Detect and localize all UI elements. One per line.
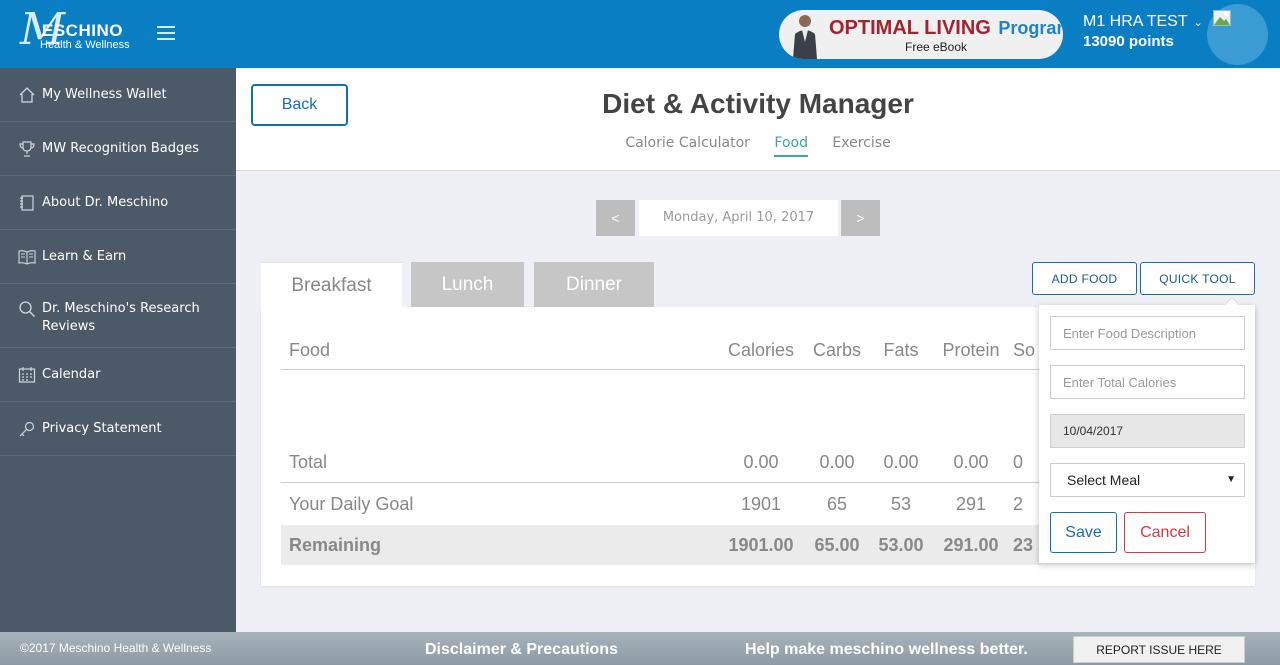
sidebar-item-label: MW Recognition Badges <box>42 140 200 156</box>
previous-date-button[interactable]: < <box>596 200 635 236</box>
current-date: Monday, April 10, 2017 <box>639 200 838 236</box>
total-row: Total 0.00 0.00 0.00 0.00 0 <box>281 443 1041 483</box>
calendar-icon <box>18 366 36 384</box>
total-carbs: 0.00 <box>819 452 855 472</box>
save-button[interactable]: Save <box>1050 512 1117 553</box>
quick-tool-popover: Select Meal ▼ Save Cancel <box>1039 296 1255 563</box>
row-label: Total <box>289 452 328 472</box>
tab-dinner[interactable]: Dinner <box>534 262 654 307</box>
tab-calorie-calculator[interactable]: Calorie Calculator <box>625 135 750 155</box>
tab-breakfast[interactable]: Breakfast <box>261 262 402 307</box>
goal-fats: 53 <box>890 493 912 514</box>
food-description-input[interactable] <box>1050 316 1245 350</box>
promo-program: Program <box>998 18 1063 38</box>
sidebar-item-label: About Dr. Meschino <box>42 194 169 210</box>
total-sodium: 0 <box>1013 452 1024 472</box>
tab-exercise[interactable]: Exercise <box>832 135 890 155</box>
sidebar-item-label: Learn & Earn <box>42 248 127 264</box>
user-name: M1 HRA TEST <box>1083 13 1188 30</box>
total-calories-input[interactable] <box>1050 365 1245 399</box>
tab-food[interactable]: Food <box>774 135 808 157</box>
user-points: 13090 points <box>1083 33 1174 50</box>
promo-title: OPTIMAL LIVING Program <box>829 17 1063 40</box>
column-header-sodium: So <box>1013 339 1036 360</box>
sidebar-item-wellness-wallet[interactable]: My Wellness Wallet <box>0 68 236 122</box>
hamburger-menu-icon[interactable] <box>157 26 175 40</box>
remaining-row: Remaining 1901.00 65.00 53.00 291.00 23 <box>281 525 1041 565</box>
sidebar-item-research-reviews[interactable]: Dr. Meschino's Research Reviews <box>0 284 236 348</box>
footer: ©2017 Meschino Health & Wellness Disclai… <box>0 632 1280 665</box>
cancel-button[interactable]: Cancel <box>1124 512 1206 553</box>
book-icon <box>18 194 36 212</box>
logo-brand: ESCHINO <box>42 21 123 40</box>
tab-lunch[interactable]: Lunch <box>411 262 524 307</box>
top-header: M ESCHINO Health & Wellness OPTIMAL LIVI… <box>0 0 1280 68</box>
sidebar-item-privacy[interactable]: Privacy Statement <box>0 402 236 456</box>
total-fats: 0.00 <box>883 452 919 472</box>
meal-select[interactable]: Select Meal ▼ <box>1050 463 1245 497</box>
sidebar-item-label: My Wellness Wallet <box>42 86 167 102</box>
column-header-fats: Fats <box>883 339 919 360</box>
goal-carbs: 65 <box>826 493 848 514</box>
meal-select-value: Select Meal <box>1067 472 1141 488</box>
row-label: Remaining <box>289 534 382 555</box>
column-header-protein: Protein <box>942 339 1000 360</box>
copyright-text: ©2017 Meschino Health & Wellness <box>20 641 212 655</box>
page-header: Back Diet & Activity Manager Calorie Cal… <box>236 68 1280 171</box>
optimal-living-promo[interactable]: OPTIMAL LIVING Program Free eBook <box>779 10 1063 59</box>
sub-tabs: Calorie Calculator Food Exercise <box>236 135 1280 157</box>
remaining-calories: 1901.00 <box>728 534 794 555</box>
popover-caret <box>1224 296 1240 312</box>
sidebar-item-label: Privacy Statement <box>42 420 162 436</box>
table-header-row: Food Calories Carbs Fats Protein So <box>281 331 1041 370</box>
daily-goal-row: Your Daily Goal 1901 65 53 291 2 <box>281 484 1041 524</box>
key-icon <box>18 420 36 438</box>
next-date-button[interactable]: > <box>841 200 880 236</box>
meschino-logo[interactable]: M ESCHINO Health & Wellness <box>18 8 153 58</box>
person-icon <box>793 15 817 59</box>
page-title: Diet & Activity Manager <box>602 88 914 119</box>
column-header-calories: Calories <box>727 339 795 360</box>
promo-ebook: Free eBook <box>905 40 968 54</box>
total-protein: 0.00 <box>953 452 989 472</box>
date-input[interactable] <box>1050 414 1245 448</box>
total-calories: 0.00 <box>743 452 779 472</box>
remaining-fats: 53.00 <box>878 534 924 555</box>
goal-sodium: 2 <box>1013 493 1024 514</box>
sidebar-item-label: Calendar <box>42 366 101 382</box>
trophy-icon <box>18 140 36 158</box>
avatar[interactable] <box>1207 4 1268 65</box>
user-menu[interactable]: M1 HRA TEST ⌄ 13090 points <box>1083 13 1203 50</box>
quick-tool-button[interactable]: QUICK TOOL <box>1140 262 1255 295</box>
row-label: Your Daily Goal <box>289 493 414 514</box>
column-header-carbs: Carbs <box>812 339 861 360</box>
logo-subtitle: Health & Wellness <box>40 39 130 51</box>
chevron-down-icon: ⌄ <box>1193 17 1203 29</box>
sidebar-item-about[interactable]: About Dr. Meschino <box>0 176 236 230</box>
remaining-sodium: 23 <box>1013 534 1034 555</box>
sidebar: My Wellness Wallet MW Recognition Badges… <box>0 68 236 632</box>
search-icon <box>18 300 36 318</box>
sidebar-item-calendar[interactable]: Calendar <box>0 348 236 402</box>
remaining-carbs: 65.00 <box>814 534 860 555</box>
sidebar-item-learn-earn[interactable]: Learn & Earn <box>0 230 236 284</box>
column-header-food: Food <box>289 339 331 360</box>
dropdown-arrow-icon: ▼ <box>1226 474 1236 485</box>
sidebar-item-label: Dr. Meschino's Research Reviews <box>42 301 200 334</box>
open-book-icon <box>18 248 36 266</box>
disclaimer-link[interactable]: Disclaimer & Precautions <box>425 641 618 659</box>
remaining-protein: 291.00 <box>943 534 999 555</box>
report-issue-button[interactable]: REPORT ISSUE HERE <box>1073 636 1245 663</box>
image-placeholder-icon <box>1213 10 1231 26</box>
goal-calories: 1901 <box>740 493 782 514</box>
home-icon <box>18 86 36 104</box>
help-text: Help make meschino wellness better. <box>745 641 1028 658</box>
sidebar-item-recognition-badges[interactable]: MW Recognition Badges <box>0 122 236 176</box>
add-food-button[interactable]: ADD FOOD <box>1032 262 1137 295</box>
goal-protein: 291 <box>955 493 987 514</box>
